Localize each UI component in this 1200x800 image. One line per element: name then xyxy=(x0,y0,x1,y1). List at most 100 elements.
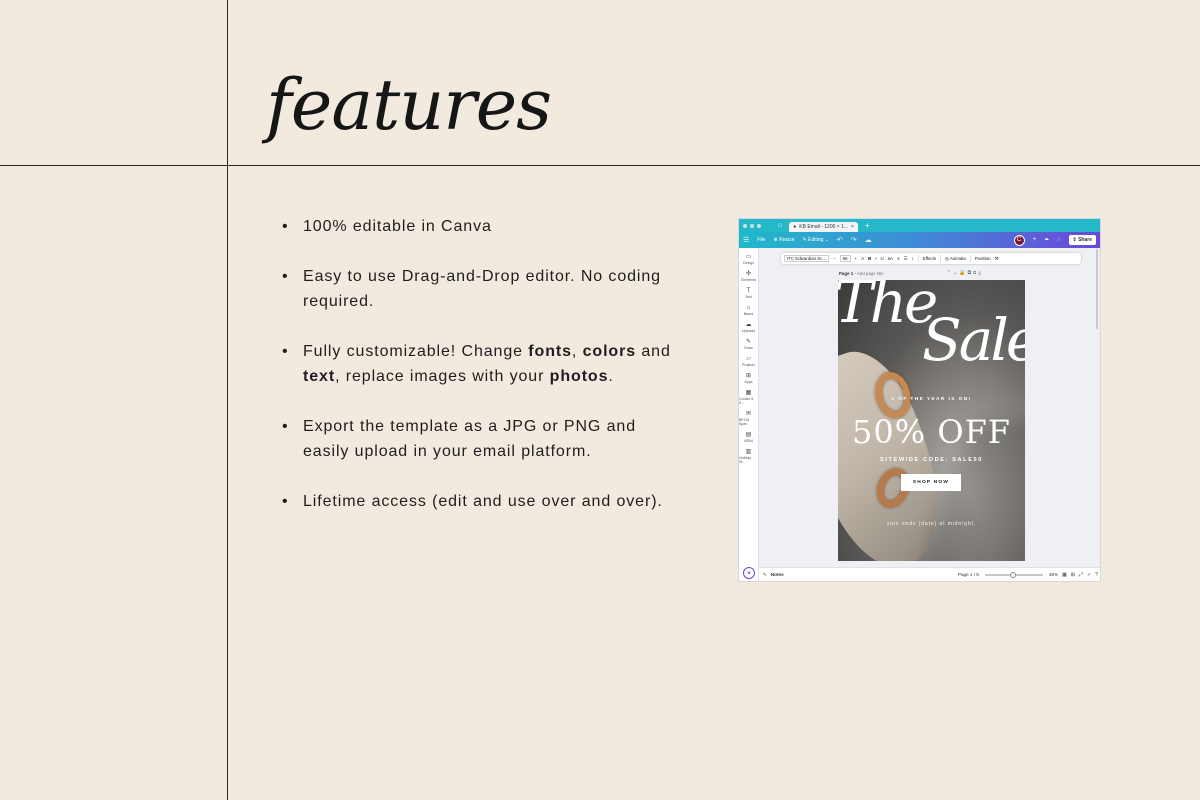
sidebar-item-label: Design xyxy=(742,261,755,265)
font-size: 86 xyxy=(839,255,851,262)
feature-highlight: fonts xyxy=(528,343,572,360)
animate-label: Animate xyxy=(949,255,966,261)
zoom-level: 48% xyxy=(1048,572,1059,577)
browser-tab: ● KB Email - 1200 × 1... × xyxy=(789,222,858,232)
design-offer: 50% OFF xyxy=(852,413,1011,451)
sidebar-item: T Text xyxy=(739,288,758,299)
feature-text: . xyxy=(608,368,614,385)
magic-icon: ✶ xyxy=(743,567,755,579)
cloud-save-icon: ☁ xyxy=(864,237,872,244)
sidebar-item: ▱ Projects xyxy=(739,356,758,367)
close-icon: × xyxy=(851,224,854,230)
grid-view-icon: ▦ xyxy=(1062,571,1067,578)
sidebar-item: ⊞ Apps xyxy=(739,373,758,384)
notes-button: Notes xyxy=(770,572,784,577)
notes-icon: ✎ xyxy=(763,571,767,577)
sidebar-item-icon: ▱ xyxy=(746,356,751,362)
canva-logo-icon: ● xyxy=(793,224,797,230)
menu-icon: ☰ xyxy=(743,237,750,244)
paint-format-icon: ⚒ xyxy=(994,255,999,261)
vertical-divider xyxy=(227,0,228,800)
sidebar-item-icon: ☁ xyxy=(745,322,752,328)
list-icon: ☰ xyxy=(903,255,908,261)
page-title: features xyxy=(266,64,552,146)
bold-icon: B xyxy=(868,256,872,261)
feature-item: Lifetime access (edit and use over and o… xyxy=(282,489,682,514)
redo-icon: ↷ xyxy=(850,237,857,244)
sidebar-item-label: Draw xyxy=(744,346,753,350)
canva-editor-mockup: ⌂ ● KB Email - 1200 × 1... × + ☰ File ♛ … xyxy=(738,218,1101,582)
sidebar-item: ▥ Holiday St... xyxy=(739,449,758,464)
sidebar-item-label: Holiday St... xyxy=(739,456,751,464)
sidebar-item: ✉ BFCM Spar... xyxy=(739,411,758,426)
feature-item: Fully customizable! Change fonts, colors… xyxy=(282,339,682,389)
design-title-line1: The xyxy=(838,280,938,336)
file-menu: File xyxy=(757,237,766,243)
position-button: Position xyxy=(974,256,991,261)
sidebar-item-icon: ⌂ xyxy=(746,305,751,311)
page-indicator: Page 1 / 5 xyxy=(957,572,979,577)
sidebar-item-icon: ▥ xyxy=(745,449,752,455)
undo-icon: ↶ xyxy=(837,237,843,244)
home-icon: ⌂ xyxy=(778,222,783,229)
animate-button: ◎ Animate xyxy=(945,255,966,261)
sidebar-item-label: BFCM Spar... xyxy=(739,418,750,426)
align-icon: ≡ xyxy=(896,256,900,261)
scrollbar xyxy=(1096,249,1098,329)
sidebar-item-label: Projects xyxy=(742,363,755,367)
letter-case-icon: aA xyxy=(887,256,893,261)
sidebar-item-label: Text xyxy=(745,295,752,299)
page-number: Page 1 xyxy=(839,271,854,276)
window-dot xyxy=(743,223,747,228)
feature-item: 100% editable in Canva xyxy=(282,214,682,239)
avatar: C xyxy=(1013,234,1025,246)
sidebar-item-label: Brand xyxy=(743,312,754,316)
shop-now-button: SHOP NOW xyxy=(901,474,961,491)
sidebar-item: ▦ Cookie & S... xyxy=(739,390,758,405)
sidebar-item-icon: ✉ xyxy=(745,411,752,417)
feature-highlight: colors xyxy=(582,343,637,360)
feature-text: 100% editable in Canva xyxy=(303,218,492,235)
design-subtitle: 1 OF THE YEAR IS ON! xyxy=(891,397,972,402)
font-selector: ITC Edwardian Sc... xyxy=(784,255,830,262)
sidebar-item-icon: ✎ xyxy=(745,339,752,345)
sidebar-item: ▤ KB34 xyxy=(739,432,758,443)
sidebar-item-icon: ⊞ xyxy=(745,373,752,379)
zoom-knob xyxy=(1009,571,1016,578)
page-label-bar: Page 1 - Add page title xyxy=(839,271,884,276)
sidebar-item: ⌂ Brand xyxy=(739,305,758,316)
browser-tab-bar: ⌂ ● KB Email - 1200 × 1... × + xyxy=(739,219,1100,232)
check-icon: ✓ xyxy=(1087,571,1092,578)
analytics-icon: ⏶ xyxy=(1044,236,1049,243)
feature-text: and xyxy=(636,343,671,360)
feature-text: Easy to use Drag-and-Drop editor. No cod… xyxy=(303,268,661,310)
design-sale-end: sale ends (date) at midnight. xyxy=(886,521,977,527)
tab-label: KB Email - 1200 × 1... xyxy=(799,224,849,230)
help-icon: ? xyxy=(1095,571,1098,578)
sidebar-item: ✣ Elements xyxy=(739,271,758,282)
sidebar-item-icon: ▦ xyxy=(745,390,752,396)
sidebar-item: ▭ Design xyxy=(739,254,758,265)
italic-icon: I xyxy=(875,256,877,261)
sidebar-item-icon: ▭ xyxy=(745,254,752,260)
window-dot xyxy=(757,223,761,228)
horizontal-divider xyxy=(0,165,1200,166)
share-button: ⇪ Share xyxy=(1068,235,1096,245)
features-list: 100% editable in Canva Easy to use Drag-a… xyxy=(282,214,682,539)
feature-highlight: text xyxy=(303,368,336,385)
feature-text: Fully customizable! Change xyxy=(303,343,529,360)
sidebar-item-label: KB34 xyxy=(744,439,753,443)
zoom-slider xyxy=(984,571,1043,578)
design-code: SITEWIDE CODE: SALE50 xyxy=(880,457,983,463)
feature-item: Export the template as a JPG or PNG and … xyxy=(282,414,682,464)
sidebar-item: ✎ Draw xyxy=(739,339,758,350)
minus-icon: − xyxy=(833,256,836,261)
design-title: The Sale xyxy=(838,280,1025,369)
editor-sidebar: ▭ Design ✣ Elements T Text ⌂ Brand ☁ Uploads ✎ Draw… xyxy=(739,248,759,581)
sidebar-item-icon: ✣ xyxy=(745,271,752,277)
editor-top-bar: ☰ File ♛ Resize ✎ Editing ⌄ ↶ ↷ ☁ C + ⏶ … xyxy=(739,232,1100,248)
sidebar-item: ☁ Uploads xyxy=(739,322,758,333)
effects-button: Effects xyxy=(922,256,937,261)
page-controls: ⌃⌄🔒⧉⊡⤓ xyxy=(947,270,983,276)
spacing-icon: ↕ xyxy=(911,256,914,261)
